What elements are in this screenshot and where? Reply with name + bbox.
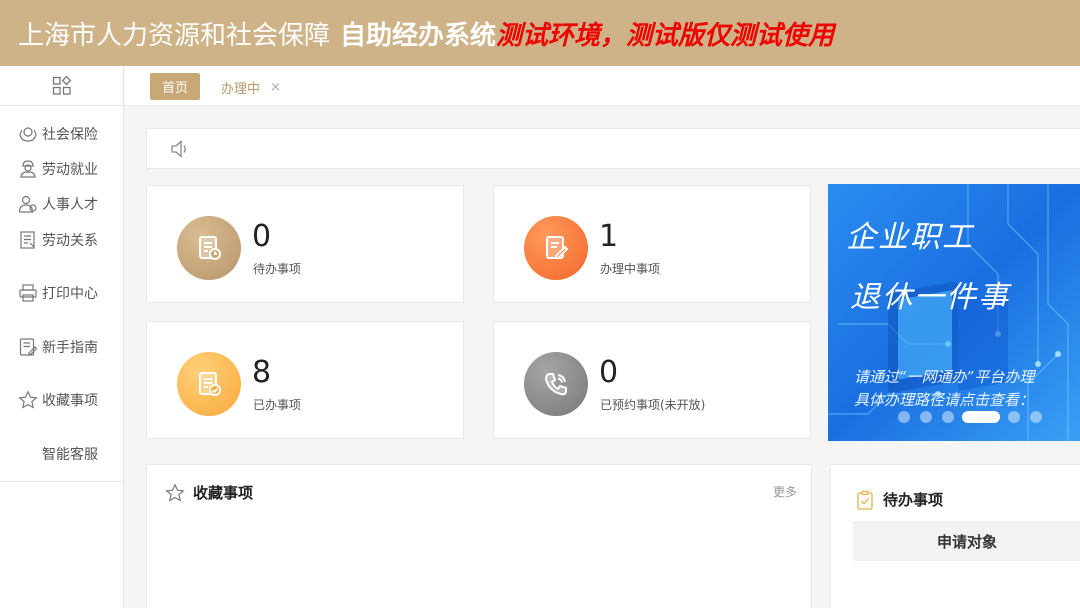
in-progress-icon-badge — [524, 216, 588, 280]
sidebar-item-beginner-guide[interactable]: 新手指南 — [18, 337, 98, 357]
banner-line-2: 具体办理路径请点击查看： — [854, 391, 1035, 409]
sidebar-item-label: 智能客服 — [42, 447, 98, 463]
todo-title-text: 待办事项 — [883, 491, 944, 509]
in-progress-count: 1 — [599, 219, 619, 254]
sidebar-item-label: 劳动就业 — [42, 162, 98, 178]
reserved-icon-badge — [524, 352, 588, 416]
star-icon — [165, 482, 185, 502]
completed-icon-badge — [177, 352, 241, 416]
close-icon[interactable]: × — [270, 80, 281, 95]
sidebar-item-label: 社会保险 — [42, 127, 98, 143]
tab-label: 办理中 — [221, 82, 261, 97]
stat-card-completed[interactable]: 8 已办事项 — [146, 321, 464, 439]
sidebar-item-label: 人事人才 — [42, 197, 98, 213]
notice-bar — [146, 128, 1080, 169]
people-icon — [18, 195, 37, 213]
sidebar: 社会保险 劳动就业 人事人才 劳动关系 打印中心 新手指南 收藏事项 智能客服 — [0, 66, 124, 608]
todo-panel: 待办事项 申请对象 — [830, 464, 1080, 608]
promo-banner[interactable]: 企业职工 退休一件事 请通过“一网通办”平台办理 具体办理路径请点击查看： — [828, 184, 1080, 441]
sidebar-item-labor-relations[interactable]: 劳动关系 — [18, 230, 98, 250]
tab-home[interactable]: 首页 — [150, 73, 200, 100]
favorites-title: 收藏事项 — [165, 482, 253, 503]
banner-line-1: 请通过“一网通办”平台办理 — [854, 368, 1035, 386]
env-warning: 测试环境，测试版仅测试使用 — [496, 20, 835, 51]
carousel-dots[interactable] — [896, 409, 1066, 425]
sidebar-item-social-insurance[interactable]: 社会保险 — [18, 124, 98, 144]
sidebar-item-label: 打印中心 — [42, 286, 98, 302]
guide-edit-icon — [19, 338, 38, 356]
todo-title: 待办事项 — [855, 489, 943, 510]
stat-card-reserved[interactable]: 0 已预约事项(未开放) — [493, 321, 811, 439]
top-banner: 上海市人力资源和社会保障 自助经办系统 测试环境，测试版仅测试使用 — [0, 0, 1080, 66]
stat-card-in-progress[interactable]: 1 办理中事项 — [493, 185, 811, 303]
document-pen-icon — [546, 236, 569, 259]
sidebar-item-label: 收藏事项 — [42, 393, 98, 409]
sidebar-item-label: 劳动关系 — [42, 233, 98, 249]
sidebar-toggle[interactable] — [0, 66, 123, 106]
completed-label: 已办事项 — [253, 398, 302, 412]
system-title: 自助经办系统 — [340, 20, 497, 51]
completed-count: 8 — [252, 355, 272, 390]
reserved-label: 已预约事项(未开放) — [600, 398, 706, 412]
reserved-count: 0 — [599, 355, 619, 390]
org-title: 上海市人力资源和社会保障 — [18, 20, 331, 51]
pending-count: 0 — [252, 219, 272, 254]
tab-bar: 首页 办理中 × — [125, 66, 1080, 106]
sidebar-item-print-center[interactable]: 打印中心 — [18, 283, 98, 303]
phone-icon — [544, 373, 567, 396]
apps-grid-icon[interactable] — [52, 75, 72, 96]
speaker-icon[interactable] — [169, 138, 191, 160]
sidebar-divider — [0, 481, 124, 482]
favorites-more-link[interactable]: 更多 — [773, 483, 797, 500]
banner-headline: 企业职工 — [846, 220, 974, 255]
document-list-icon — [20, 231, 35, 249]
todo-column-header: 申请对象 — [853, 521, 1080, 561]
sidebar-item-smart-service[interactable]: 智能客服 — [42, 444, 98, 464]
in-progress-label: 办理中事项 — [600, 262, 661, 276]
favorites-panel: 收藏事项 更多 — [146, 464, 812, 608]
star-icon — [18, 390, 38, 409]
sidebar-item-personnel[interactable]: 人事人才 — [18, 194, 98, 214]
clipboard-check-icon — [857, 490, 873, 510]
tab-in-progress[interactable]: 办理中 × — [221, 78, 281, 97]
sidebar-item-employment[interactable]: 劳动就业 — [18, 159, 98, 179]
document-clock-icon — [199, 236, 221, 260]
pending-icon-badge — [177, 216, 241, 280]
insurance-hands-icon — [19, 127, 37, 142]
favorites-title-text: 收藏事项 — [193, 484, 254, 502]
pending-label: 待办事项 — [253, 262, 302, 276]
banner-subheadline: 退休一件事 — [850, 280, 1010, 315]
printer-icon — [19, 284, 37, 302]
stat-card-pending[interactable]: 0 待办事项 — [146, 185, 464, 303]
sidebar-item-favorites[interactable]: 收藏事项 — [18, 390, 98, 410]
worker-icon — [20, 160, 36, 178]
sidebar-item-label: 新手指南 — [42, 340, 98, 356]
document-check-icon — [199, 372, 221, 396]
